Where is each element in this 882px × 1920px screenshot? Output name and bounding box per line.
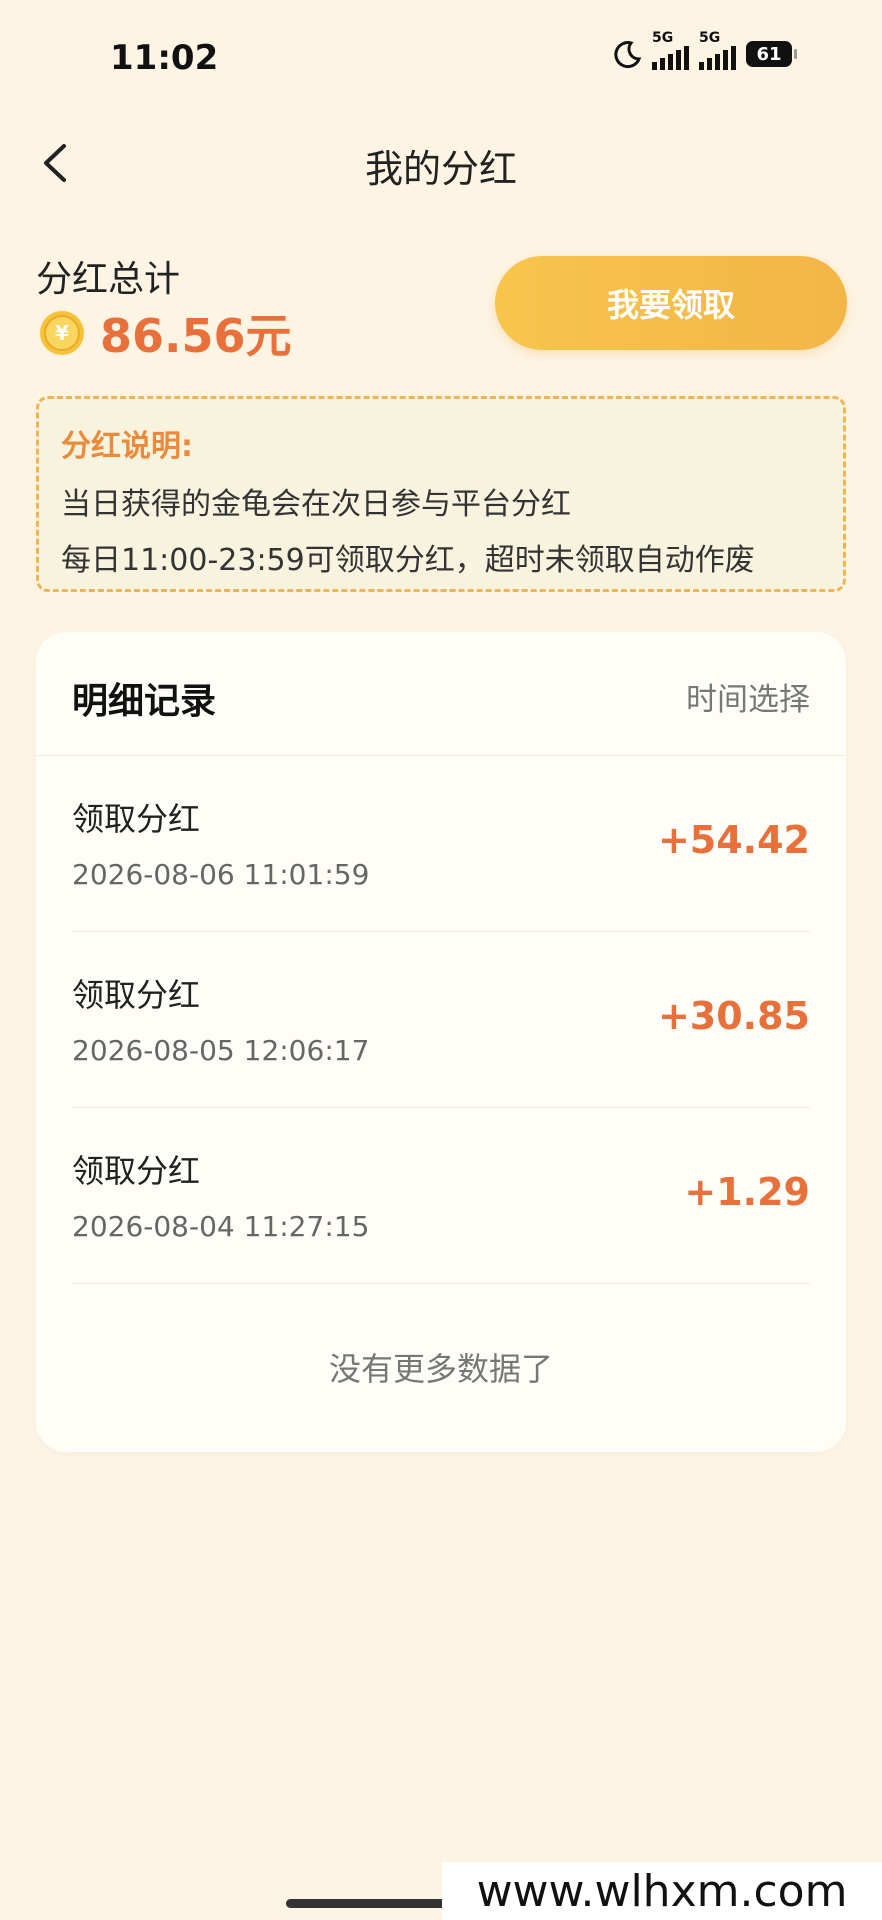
notice-line: 每日11:00-23:59可领取分红，超时未领取自动作废 bbox=[61, 543, 755, 578]
record-title: 领取分红 bbox=[72, 1152, 201, 1190]
record-amount: +30.85 bbox=[657, 994, 810, 1038]
no-more-data-text: 没有更多数据了 bbox=[328, 1350, 553, 1388]
total-dividend-amount: 86.56元 bbox=[100, 309, 292, 363]
record-amount: +54.42 bbox=[657, 818, 810, 862]
records-card: 明细记录 时间选择 领取分红 2026-08-06 11:01:59 +54.4… bbox=[36, 632, 846, 1452]
signal-type-label: 5G bbox=[652, 30, 674, 46]
records-header: 明细记录 时间选择 bbox=[36, 632, 846, 756]
records-title: 明细记录 bbox=[72, 681, 217, 722]
yuan-coin-icon: ¥ bbox=[40, 311, 84, 355]
record-time: 2026-08-06 11:01:59 bbox=[72, 858, 370, 891]
status-bar: 11:02 5G 5G 61 bbox=[0, 0, 882, 120]
list-item[interactable]: 领取分红 2026-08-06 11:01:59 +54.42 bbox=[72, 756, 810, 932]
notice-line: 当日获得的金龟会在次日参与平台分红 bbox=[61, 487, 571, 522]
list-item[interactable]: 领取分红 2026-08-04 11:27:15 +1.29 bbox=[72, 1108, 810, 1284]
signal-icon: 5G bbox=[652, 30, 689, 70]
list-item[interactable]: 领取分红 2026-08-05 12:06:17 +30.85 bbox=[72, 932, 810, 1108]
nav-bar: 我的分红 bbox=[0, 120, 882, 204]
total-dividend: ¥ 86.56元 bbox=[38, 300, 292, 366]
svg-text:¥: ¥ bbox=[55, 321, 69, 345]
time-select-button[interactable]: 时间选择 bbox=[686, 674, 810, 719]
dividend-notice: 分红说明: 当日获得的金龟会在次日参与平台分红 每日11:00-23:59可领取… bbox=[36, 396, 846, 592]
record-time: 2026-08-04 11:27:15 bbox=[72, 1210, 370, 1243]
battery-icon: 61 bbox=[746, 41, 797, 67]
record-amount: +1.29 bbox=[684, 1170, 810, 1214]
page-title: 我的分红 bbox=[364, 147, 517, 191]
signal-type-label-2: 5G bbox=[699, 30, 721, 46]
moon-icon bbox=[614, 41, 642, 69]
signal-icon-2: 5G bbox=[699, 30, 736, 70]
record-time: 2026-08-05 12:06:17 bbox=[72, 1034, 370, 1067]
notice-title: 分红说明: bbox=[61, 429, 193, 464]
claim-button[interactable]: 我要领取 bbox=[495, 256, 847, 350]
status-icons: 5G 5G 61 bbox=[612, 30, 797, 70]
status-time: 11:02 bbox=[110, 38, 219, 78]
record-title: 领取分红 bbox=[72, 800, 201, 838]
total-dividend-label: 分红总计 bbox=[36, 259, 181, 300]
record-title: 领取分红 bbox=[72, 976, 201, 1014]
watermark: www.wlhxm.com bbox=[442, 1862, 882, 1920]
